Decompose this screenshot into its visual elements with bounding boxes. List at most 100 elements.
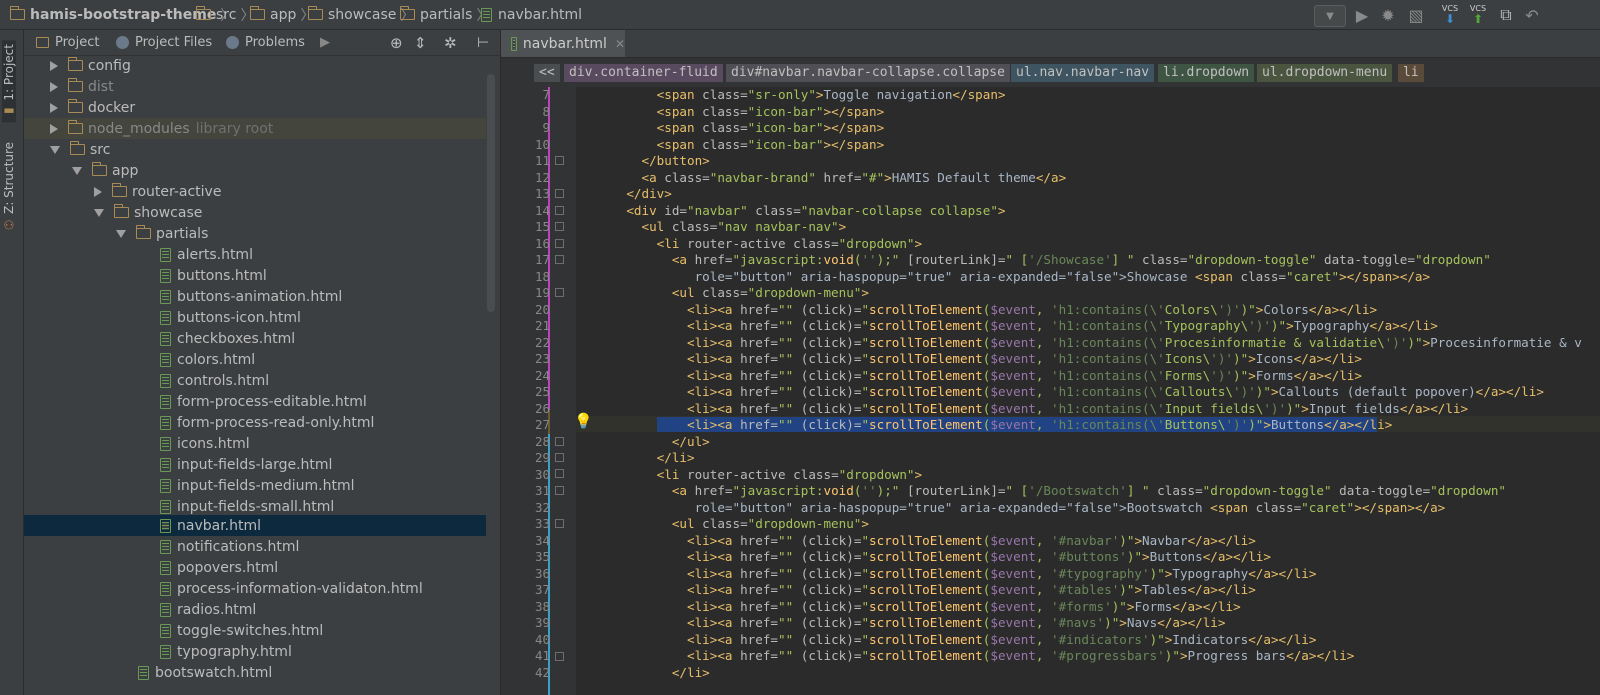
tree-file[interactable]: buttons-animation.html [160,286,342,307]
crumb-tag[interactable]: ul.dropdown-menu [1257,64,1393,82]
collapse-button[interactable]: ⇕ [414,30,427,55]
crumb-tag[interactable]: div#navbar.navbar-collapse.collapse [726,64,1010,82]
tree-file[interactable]: checkboxes.html [160,328,295,349]
chevron-right-icon [50,102,58,113]
code-line: <span class="icon-bar"></span> [656,136,885,152]
line-number: 37 [534,582,550,597]
crumb-tag[interactable]: ul.nav.navbar-nav [1011,64,1155,82]
collapse-icon: ⇕ [414,33,427,52]
run-config-dropdown[interactable]: ▼ [1314,5,1346,27]
run-button[interactable]: ▶ [1352,5,1372,25]
tree-file[interactable]: bootswatch.html [138,662,272,683]
fold-marker-icon[interactable] [555,156,564,165]
html-file-icon [160,289,171,304]
tree-file-selected[interactable]: navbar.html [160,515,261,536]
crumb-tag[interactable]: li [1398,64,1424,82]
html-file-icon [160,623,171,638]
tree-file[interactable]: notifications.html [160,536,299,557]
html-file-icon [160,310,171,325]
tree-file[interactable]: toggle-switches.html [160,620,323,641]
fold-marker-icon[interactable] [555,239,564,248]
tab-project[interactable]: Project [36,30,99,55]
fold-marker-icon[interactable] [555,453,564,462]
more-tabs-button[interactable]: ▶ [320,30,330,55]
code-line: <li><a href="" (click)="scrollToElement(… [687,598,1241,614]
hide-panel-button[interactable]: ⊢ [477,30,489,55]
tree-label: toggle-switches.html [177,622,324,639]
fold-marker-icon[interactable] [555,222,564,231]
tree-file[interactable]: icons.html [160,433,250,454]
fold-marker-icon[interactable] [555,652,564,661]
crumb-tag[interactable]: li.dropdown [1158,64,1255,82]
fold-marker-icon[interactable] [555,486,564,495]
line-number: 24 [534,367,550,383]
tree-file[interactable]: alerts.html [160,244,253,265]
tree-folder-src[interactable]: src [50,139,110,160]
folder-icon [113,204,129,218]
tree-folder-dist[interactable]: dist [50,76,114,97]
revert-button[interactable]: ↶ [1522,5,1542,25]
tree-folder-node-modules[interactable]: node_modules library root [50,118,273,139]
tree-file[interactable]: radios.html [160,599,256,620]
lightbulb-icon[interactable]: 💡 [574,412,593,430]
tree-folder-showcase[interactable]: showcase [94,202,202,223]
code-line: <li><a href="" (click)="scrollToElement(… [687,400,1469,416]
tree-file[interactable]: typography.html [160,641,292,662]
line-number: 10 [534,136,550,152]
tree-folder-router-active[interactable]: router-active [94,181,221,202]
settings-button[interactable]: ✲ [444,30,457,55]
close-icon[interactable]: ✕ [615,37,625,51]
fold-marker-icon[interactable] [555,469,564,478]
tree-file[interactable]: input-fields-medium.html [160,475,355,496]
coverage-button[interactable]: ▧ [1406,5,1426,25]
project-tool-tab[interactable]: ▬ 1: Project [2,40,16,123]
project-view-tabs: Project Project Files Problems ▶ ⊕ ⇕ ✲ ⊢ [24,30,500,56]
code-line: <span class="icon-bar"></span> [656,120,885,135]
fold-marker-icon[interactable] [555,255,564,264]
tree-file[interactable]: buttons.html [160,265,267,286]
fold-marker-icon[interactable] [555,519,564,528]
vcs-history-button[interactable]: ⧉ [1496,5,1516,25]
breadcrumb-partials[interactable]: partials〉 [399,0,490,29]
debug-button[interactable]: ✹ [1378,5,1398,25]
crumb-back-button[interactable]: << [534,64,560,82]
tree-file[interactable]: input-fields-small.html [160,496,334,517]
fold-marker-icon[interactable] [555,206,564,215]
line-number: 25 [534,384,550,399]
tree-file[interactable]: form-process-editable.html [160,391,367,412]
tree-file[interactable]: input-fields-large.html [160,454,332,475]
fold-marker-icon[interactable] [555,189,564,198]
tree-file[interactable]: form-process-read-only.html [160,412,374,433]
tree-folder-docker[interactable]: docker [50,97,135,118]
undo-icon: ↶ [1525,5,1539,25]
tab-project-files[interactable]: Project Files [116,30,212,55]
tree-file[interactable]: process-information-validaton.html [160,578,423,599]
breadcrumb-showcase[interactable]: showcase 〉 [307,0,414,29]
tree-label: controls.html [177,372,270,389]
code-line: </li> [671,664,710,680]
breadcrumb-app[interactable]: app 〉 [249,0,314,29]
tree-file[interactable]: buttons-icon.html [160,307,301,328]
crumb-tag[interactable]: div.container-fluid [564,64,723,82]
breadcrumb-src[interactable]: src 〉 [195,0,254,29]
tree-file[interactable]: colors.html [160,349,255,370]
tree-folder-app[interactable]: app [72,160,138,181]
line-number: 15 [534,219,550,234]
fold-marker-icon[interactable] [555,437,564,446]
project-scrollbar[interactable] [487,74,495,312]
editor-tab-navbar[interactable]: navbar.html ✕ [501,30,625,57]
tree-file[interactable]: controls.html [160,370,269,391]
fold-marker-icon[interactable] [555,288,564,297]
breadcrumb-file[interactable]: navbar.html [481,0,582,29]
breadcrumb-label: hamis-bootstrap-theme [30,6,217,23]
locate-button[interactable]: ⊕ [390,30,403,55]
tree-file[interactable]: popovers.html [160,557,278,578]
tab-problems[interactable]: Problems [226,30,305,55]
structure-tool-tab[interactable]: ⚇ Z: Structure [2,142,16,232]
vcs-update-button[interactable]: VCS ⬇ [1438,5,1462,26]
tree-folder-config[interactable]: config [50,55,131,76]
folder-icon [307,6,323,20]
code-line: <div id="navbar" class="navbar-collapse … [626,202,1006,218]
vcs-commit-button[interactable]: VCS ⬆ [1466,5,1490,26]
tree-folder-partials[interactable]: partials [116,223,208,244]
